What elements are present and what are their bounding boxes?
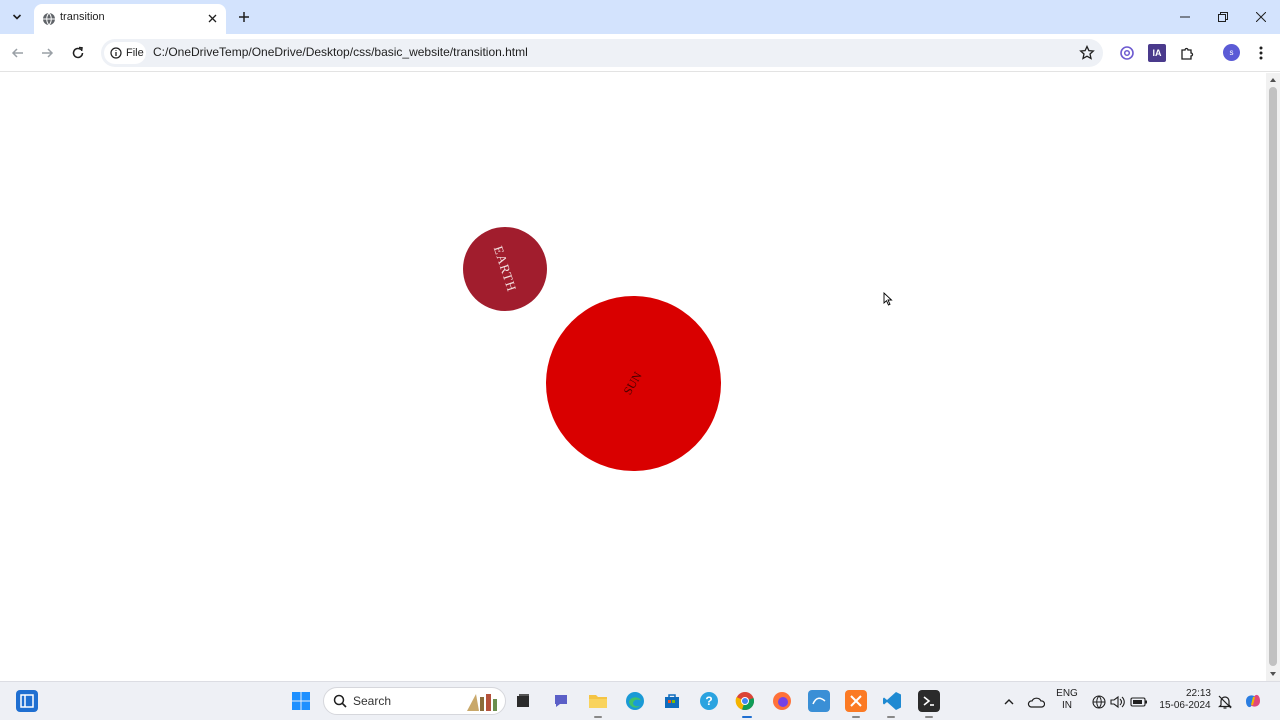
xampp-icon[interactable]: [845, 690, 867, 712]
new-tab-button[interactable]: [233, 6, 255, 28]
ia-extension-icon[interactable]: IA: [1148, 44, 1166, 62]
close-icon: [208, 14, 216, 22]
edge-icon[interactable]: [624, 690, 646, 712]
chrome-active-indicator: [742, 716, 752, 718]
puzzle-icon[interactable]: [1178, 44, 1196, 62]
onedrive-icon[interactable]: [1025, 691, 1047, 713]
notification-bell-icon[interactable]: [1214, 691, 1236, 713]
terminal-icon[interactable]: [918, 690, 940, 712]
vscode-running-indicator: [887, 716, 895, 718]
battery-icon[interactable]: [1128, 691, 1150, 713]
region-code: IN: [1062, 700, 1072, 711]
store-icon[interactable]: [661, 690, 683, 712]
task-view-icon[interactable]: [512, 690, 534, 712]
profile-avatar[interactable]: s: [1223, 44, 1240, 61]
windows-start-icon[interactable]: [290, 690, 312, 712]
copilot-icon[interactable]: [1242, 690, 1264, 712]
globe-icon: [43, 12, 55, 26]
arrow-right-icon: [42, 48, 54, 58]
reload-button[interactable]: [66, 41, 90, 65]
tab-strip: transition: [0, 0, 1280, 34]
info-icon: [110, 47, 122, 59]
screen: transition File C:/OneDriveTemp/OneDrive…: [0, 0, 1280, 720]
tab-search-button[interactable]: [6, 6, 28, 28]
terminal-running-indicator: [925, 716, 933, 718]
scroll-up-arrow-icon[interactable]: [1269, 76, 1277, 84]
mysql-workbench-icon[interactable]: [808, 690, 830, 712]
search-placeholder: Search: [353, 694, 392, 708]
menu-icon[interactable]: [1252, 44, 1270, 62]
sun-label: SUN: [620, 369, 646, 398]
back-button[interactable]: [6, 41, 30, 65]
chrome-icon[interactable]: [734, 690, 756, 712]
volume-icon[interactable]: [1107, 691, 1129, 713]
tab-title: transition: [60, 11, 105, 23]
browser-toolbar: File C:/OneDriveTemp/OneDrive/Desktop/cs…: [0, 34, 1280, 72]
clock-date: 15-06-2024: [1159, 700, 1211, 711]
chevron-down-icon: [12, 14, 22, 20]
taskbar: Search ? ENG IN 22:13 15-06-2024: [0, 681, 1280, 720]
page-content: EARTH SUN: [0, 73, 1266, 681]
vertical-scrollbar[interactable]: [1266, 73, 1280, 681]
scrollbar-thumb[interactable]: [1269, 87, 1277, 666]
minimize-button[interactable]: [1166, 0, 1204, 34]
widgets-icon[interactable]: [16, 690, 38, 712]
close-icon: [1256, 12, 1266, 22]
earth-circle: EARTH: [463, 227, 547, 311]
bookmark-star-icon[interactable]: [1079, 45, 1095, 61]
language-code: ENG: [1056, 688, 1078, 699]
browser-tab[interactable]: transition: [34, 4, 226, 34]
chat-icon[interactable]: [550, 690, 572, 712]
taskbar-search-box[interactable]: Search: [323, 687, 506, 715]
mouse-cursor-icon: [883, 292, 893, 306]
xampp-running-indicator: [852, 716, 860, 718]
chevron-up-icon[interactable]: [998, 691, 1020, 713]
earth-label: EARTH: [490, 243, 520, 294]
file-explorer-icon[interactable]: [587, 690, 609, 712]
mention-icon[interactable]: [1118, 44, 1136, 62]
svg-text:?: ?: [705, 694, 712, 708]
search-icon: [333, 694, 347, 708]
minimize-icon: [1180, 16, 1190, 18]
vscode-icon[interactable]: [881, 690, 903, 712]
clock[interactable]: 22:13 15-06-2024: [1155, 688, 1215, 712]
url-text[interactable]: C:/OneDriveTemp/OneDrive/Desktop/css/bas…: [153, 45, 528, 59]
forward-button[interactable]: [35, 41, 59, 65]
scroll-down-arrow-icon[interactable]: [1269, 670, 1277, 678]
address-bar[interactable]: File C:/OneDriveTemp/OneDrive/Desktop/cs…: [101, 39, 1103, 67]
clock-time: 22:13: [1185, 688, 1211, 699]
tab-close-button[interactable]: [204, 10, 220, 26]
explorer-running-indicator: [594, 716, 602, 718]
help-icon[interactable]: ?: [698, 690, 720, 712]
language-indicator[interactable]: ENG IN: [1055, 688, 1079, 712]
security-chip-label: File: [126, 47, 144, 59]
arrow-left-icon: [11, 48, 23, 58]
restore-button[interactable]: [1204, 0, 1242, 34]
plus-icon: [239, 12, 249, 22]
close-window-button[interactable]: [1242, 0, 1280, 34]
firefox-icon[interactable]: [771, 690, 793, 712]
sun-circle: SUN: [546, 296, 721, 471]
search-highlight-icon: [467, 694, 497, 711]
site-info-chip[interactable]: File: [104, 42, 146, 64]
reload-icon: [72, 46, 84, 59]
restore-icon: [1218, 12, 1228, 22]
